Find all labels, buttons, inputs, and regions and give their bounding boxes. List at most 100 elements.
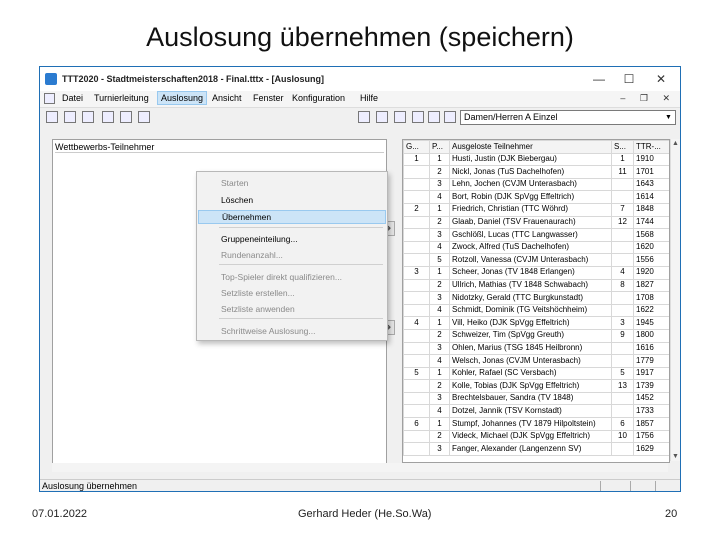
group-cell <box>403 215 430 230</box>
position-cell: 1 <box>429 265 450 280</box>
help-icon[interactable] <box>444 111 456 123</box>
column-header-position[interactable]: P... <box>429 140 450 154</box>
menu-turnierleitung[interactable]: Turnierleitung <box>94 93 149 103</box>
group-cell: 2 <box>403 202 430 217</box>
participant-cell: Kohler, Rafael (SC Versbach) <box>449 366 612 381</box>
table-row[interactable]: 5 Rotzoll, Vanessa (CVJM Unterasbach) 1556 <box>403 253 669 267</box>
table-row[interactable]: 4 Schmidt, Dominik (TG Veitshöchheim) 1622 <box>403 303 669 318</box>
group-cell <box>403 303 430 318</box>
players-icon[interactable] <box>82 111 94 123</box>
ttr-cell: 1827 <box>633 278 669 293</box>
table-row[interactable]: 4 1 Vill, Heiko (DJK SpVgg Effeltrich) 3 194… <box>403 316 669 330</box>
print-icon[interactable] <box>394 111 406 123</box>
position-cell: 4 <box>429 404 450 419</box>
column-header-seed[interactable]: S... <box>611 140 634 154</box>
draw-icon[interactable] <box>358 111 370 123</box>
table-row[interactable]: 2 Ullrich, Mathias (TV 1848 Schwabach) 8 18… <box>403 278 669 293</box>
table-row[interactable]: 3 Brechtelsbauer, Sandra (TV 1848) 1452 <box>403 391 669 406</box>
check-icon[interactable] <box>428 111 440 123</box>
table-row[interactable]: 2 Nickl, Jonas (TuS Dachelhofen) 11 1701 <box>403 165 669 179</box>
table-row[interactable]: 2 Videck, Michael (DJK SpVgg Effeltrich) 1… <box>403 429 669 444</box>
menu-item-starten[interactable]: Starten <box>198 176 386 190</box>
scroll-up-icon[interactable]: ▲ <box>672 140 679 147</box>
table-row[interactable]: 6 1 Stumpf, Johannes (TV 1879 Hilpoltstein… <box>403 417 669 431</box>
ttr-cell: 1452 <box>633 391 669 406</box>
table-row[interactable]: 1 1 Husti, Justin (DJK Biebergau) 1 1910 <box>403 152 669 167</box>
horizontal-scrollbar[interactable] <box>52 463 668 472</box>
table-row[interactable]: 2 Schweizer, Tim (SpVgg Greuth) 9 1800 <box>403 328 669 343</box>
competition-select[interactable]: Damen/Herren A Einzel ▼ <box>460 110 676 125</box>
position-cell: 3 <box>429 341 450 356</box>
table-row[interactable]: 3 Gschlößl, Lucas (TTC Langwasser) 1568 <box>403 228 669 242</box>
document-icon[interactable] <box>44 93 55 104</box>
ttr-cell: 1629 <box>633 442 669 456</box>
seed-cell <box>611 341 634 356</box>
position-cell: 2 <box>429 278 450 293</box>
menu-item-uebernehmen[interactable]: Übernehmen <box>198 210 386 224</box>
table-row[interactable]: 3 Nidotzky, Gerald (TTC Burgkunstadt) 1708 <box>403 291 669 305</box>
seed-cell: 11 <box>611 165 634 179</box>
menu-ansicht[interactable]: Ansicht <box>212 93 242 103</box>
grid-icon[interactable] <box>102 111 114 123</box>
table-row[interactable]: 2 Kolle, Tobias (DJK SpVgg Effeltrich) 13 1… <box>403 379 669 393</box>
users-icon[interactable] <box>138 111 150 123</box>
list-icon[interactable] <box>120 111 132 123</box>
sort-icon[interactable] <box>64 111 76 123</box>
table-row[interactable]: 4 Welsch, Jonas (CVJM Unterasbach) 1779 <box>403 354 669 368</box>
table-row[interactable]: 4 Bort, Robin (DJK SpVgg Effeltrich) 1614 <box>403 190 669 204</box>
seed-cell: 1 <box>611 152 634 167</box>
menu-konfiguration[interactable]: Konfiguration <box>292 93 345 103</box>
menu-item-setzliste-erstellen[interactable]: Setzliste erstellen... <box>198 286 386 300</box>
table-row[interactable]: 4 Dotzel, Jannik (TSV Kornstadt) 1733 <box>403 404 669 419</box>
menu-item-setzliste-anwenden[interactable]: Setzliste anwenden <box>198 302 386 316</box>
draw-result-table[interactable]: G... P... Ausgeloste Teilnehmer S... TTR… <box>402 139 670 463</box>
table-icon[interactable] <box>376 111 388 123</box>
column-header-group[interactable]: G... <box>403 140 430 154</box>
participant-cell: Schweizer, Tim (SpVgg Greuth) <box>449 328 612 343</box>
menu-item-gruppeneinteilung[interactable]: Gruppeneinteilung... <box>198 232 386 246</box>
ttr-cell: 1917 <box>633 366 669 381</box>
seed-cell: 8 <box>611 278 634 293</box>
menu-auslosung[interactable]: Auslosung <box>157 91 208 105</box>
competition-select-value: Damen/Herren A Einzel <box>464 112 558 122</box>
menu-datei[interactable]: Datei <box>62 93 83 103</box>
palette-icon[interactable] <box>412 111 424 123</box>
table-row[interactable]: 2 1 Friedrich, Christian (TTC Wöhrd) 7 1848 <box>403 202 669 217</box>
menu-hilfe[interactable]: Hilfe <box>360 93 378 103</box>
minimize-button[interactable]: — <box>584 67 614 91</box>
scroll-down-icon[interactable]: ▼ <box>672 453 679 460</box>
group-cell: 5 <box>403 366 430 381</box>
menu-item-loeschen[interactable]: Löschen <box>198 193 386 207</box>
table-row[interactable]: 2 Glaab, Daniel (TSV Frauenaurach) 12 1744 <box>403 215 669 230</box>
table-row[interactable]: 3 Ohlen, Marius (TSG 1845 Heilbronn) 1616 <box>403 341 669 356</box>
table-row[interactable]: 3 1 Scheer, Jonas (TV 1848 Erlangen) 4 1920 <box>403 265 669 280</box>
menu-fenster[interactable]: Fenster <box>253 93 284 103</box>
table-row[interactable]: 3 Lehn, Jochen (CVJM Unterasbach) 1643 <box>403 177 669 192</box>
chevron-down-icon[interactable]: ▼ <box>663 112 674 123</box>
pencil-icon[interactable] <box>46 111 58 123</box>
maximize-button[interactable]: ☐ <box>614 67 644 91</box>
menu-item-schrittweise-auslosung[interactable]: Schrittweise Auslosung... <box>198 324 386 338</box>
seed-cell: 12 <box>611 215 634 230</box>
title-bar: TTT2020 - Stadtmeisterschaften2018 - Fin… <box>40 67 680 91</box>
column-header-participant[interactable]: Ausgeloste Teilnehmer <box>449 140 612 154</box>
mdi-window-controls[interactable]: – ❐ ✕ <box>620 93 676 104</box>
table-row[interactable]: 4 Zwock, Alfred (TuS Dachelhofen) 1620 <box>403 240 669 255</box>
menu-item-top-spieler[interactable]: Top-Spieler direkt qualifizieren... <box>198 270 386 284</box>
group-cell <box>403 278 430 293</box>
group-cell <box>403 391 430 406</box>
column-header-ttr[interactable]: TTR-... <box>633 140 669 154</box>
position-cell: 4 <box>429 190 450 204</box>
vertical-scrollbar[interactable]: ▲ ▼ <box>670 139 680 461</box>
participant-cell: Bort, Robin (DJK SpVgg Effeltrich) <box>449 190 612 204</box>
ttr-cell: 1857 <box>633 417 669 431</box>
close-button[interactable]: ✕ <box>646 67 676 91</box>
seed-cell: 10 <box>611 429 634 444</box>
seed-cell: 7 <box>611 202 634 217</box>
table-row[interactable]: 3 Fanger, Alexander (Langenzenn SV) 1629 <box>403 442 669 456</box>
status-divider <box>655 481 656 491</box>
seed-cell <box>611 404 634 419</box>
ttr-cell: 1708 <box>633 291 669 305</box>
table-row[interactable]: 5 1 Kohler, Rafael (SC Versbach) 5 1917 <box>403 366 669 381</box>
menu-item-rundenanzahl[interactable]: Rundenanzahl... <box>198 248 386 262</box>
